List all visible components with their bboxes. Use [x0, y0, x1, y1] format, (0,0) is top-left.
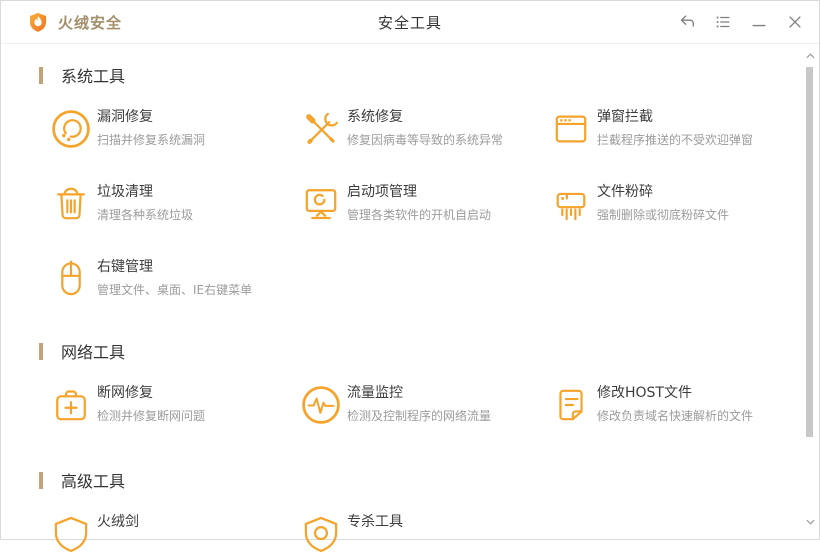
tool-subtitle: 拦截程序推送的不受欢迎弹窗 [597, 132, 753, 148]
killer-tool-icon [299, 512, 343, 556]
tool-subtitle: 检测及控制程序的网络流量 [347, 408, 491, 424]
tool-file-shredder[interactable]: 文件粉碎 强制删除或彻底粉碎文件 [549, 182, 799, 226]
tool-subtitle: 修复因病毒等导致的系统异常 [347, 132, 503, 148]
chevron-up-icon [806, 53, 815, 59]
tool-traffic-monitor[interactable]: 流量监控 检测及控制程序的网络流量 [299, 383, 549, 427]
window-controls [661, 1, 805, 43]
tool-vulnerability-fix[interactable]: 漏洞修复 扫描并修复系统漏洞 [49, 107, 299, 151]
tool-subtitle: 强制删除或彻底粉碎文件 [597, 207, 729, 223]
tool-host-file[interactable]: 修改HOST文件 修改负责域名快速解析的文件 [549, 383, 799, 427]
page-title: 安全工具 [378, 12, 442, 33]
tool-title: 修改HOST文件 [597, 384, 753, 402]
scroll-up-button[interactable] [802, 48, 818, 64]
tool-junk-clean[interactable]: 垃圾清理 清理各种系统垃圾 [49, 182, 299, 226]
section-title-text: 网络工具 [61, 339, 125, 363]
tool-subtitle: 管理各类软件的开机自启动 [347, 207, 491, 223]
system-repair-icon [299, 107, 343, 151]
tool-title: 文件粉碎 [597, 183, 729, 201]
file-shredder-icon [549, 182, 593, 226]
tool-title: 系统修复 [347, 108, 503, 126]
scrollbar-thumb[interactable] [806, 67, 813, 437]
app-window: 火绒安全 安全工具 [0, 0, 820, 540]
huorong-shield-flame-logo-icon [27, 10, 49, 34]
tool-title: 流量监控 [347, 384, 491, 402]
menu-button[interactable] [713, 12, 733, 32]
minimize-icon [750, 13, 768, 31]
tool-title: 垃圾清理 [97, 183, 193, 201]
huorong-sword-icon [49, 512, 93, 556]
junk-clean-icon [49, 182, 93, 226]
tool-title: 专杀工具 [347, 513, 403, 531]
close-button[interactable] [785, 12, 805, 32]
tool-startup-manager[interactable]: 启动项管理 管理各类软件的开机自启动 [299, 182, 549, 226]
tool-subtitle: 清理各种系统垃圾 [97, 207, 193, 223]
back-icon [678, 13, 696, 31]
section-title-system-tools: 系统工具 [39, 64, 819, 86]
tool-title: 火绒剑 [97, 513, 139, 531]
popup-block-icon [549, 107, 593, 151]
context-menu-icon [49, 257, 93, 301]
section-title-bar [39, 67, 43, 84]
minimize-button[interactable] [749, 12, 769, 32]
section-title-bar [39, 343, 43, 360]
network-tools-grid: 断网修复 检测并修复断网问题 流量监控 检测及控制程序的网络流量 [49, 383, 819, 427]
section-title-advanced-tools: 高级工具 [39, 469, 819, 491]
tool-subtitle: 检测并修复断网问题 [97, 408, 205, 424]
section-title-text: 系统工具 [61, 63, 125, 87]
tools-content: 系统工具 漏洞修复 扫描并修复系统漏洞 [1, 44, 819, 556]
scrollbar [802, 44, 818, 538]
chevron-down-icon [806, 519, 815, 525]
title-bar: 火绒安全 安全工具 [1, 1, 819, 44]
tool-title: 断网修复 [97, 384, 205, 402]
vulnerability-fix-icon [49, 107, 93, 151]
menu-list-icon [714, 13, 732, 31]
network-repair-icon [49, 383, 93, 427]
section-title-network-tools: 网络工具 [39, 340, 819, 362]
close-icon [786, 13, 804, 31]
tool-title: 弹窗拦截 [597, 108, 753, 126]
tool-huorong-sword[interactable]: 火绒剑 [49, 512, 299, 556]
tool-title: 右键管理 [97, 258, 252, 276]
section-title-text: 高级工具 [61, 468, 125, 492]
tool-system-repair[interactable]: 系统修复 修复因病毒等导致的系统异常 [299, 107, 549, 151]
host-file-icon [549, 383, 593, 427]
startup-manager-icon [299, 182, 343, 226]
advanced-tools-grid: 火绒剑 专杀工具 [49, 512, 819, 556]
app-name: 火绒安全 [58, 12, 122, 33]
tool-killer-tools[interactable]: 专杀工具 [299, 512, 549, 556]
tool-popup-block[interactable]: 弹窗拦截 拦截程序推送的不受欢迎弹窗 [549, 107, 799, 151]
tool-title: 启动项管理 [347, 183, 491, 201]
tool-context-menu-manager[interactable]: 右键管理 管理文件、桌面、IE右键菜单 [49, 257, 299, 301]
back-button[interactable] [677, 12, 697, 32]
scroll-down-button[interactable] [802, 514, 818, 530]
system-tools-grid: 漏洞修复 扫描并修复系统漏洞 系统修复 [49, 107, 819, 301]
tool-subtitle: 扫描并修复系统漏洞 [97, 132, 205, 148]
tool-title: 漏洞修复 [97, 108, 205, 126]
brand: 火绒安全 [27, 10, 122, 34]
tool-network-repair[interactable]: 断网修复 检测并修复断网问题 [49, 383, 299, 427]
tool-subtitle: 修改负责域名快速解析的文件 [597, 408, 753, 424]
section-title-bar [39, 472, 43, 489]
tool-subtitle: 管理文件、桌面、IE右键菜单 [97, 282, 252, 298]
traffic-monitor-icon [299, 383, 343, 427]
